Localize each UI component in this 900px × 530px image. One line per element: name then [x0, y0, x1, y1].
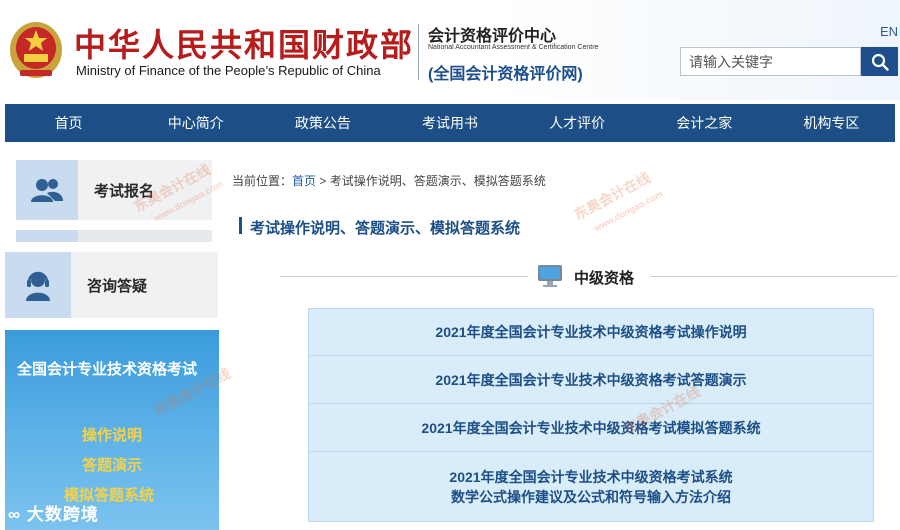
- watermark-text: 东奥会计在线: [571, 169, 653, 223]
- search-icon: [871, 53, 889, 71]
- section-divider-left: [280, 276, 528, 277]
- list-item-instructions[interactable]: 2021年度全国会计专业技术中级资格考试操作说明: [308, 308, 874, 356]
- sidebar-item-consult[interactable]: 咨询答疑: [5, 252, 218, 318]
- nav-item-books[interactable]: 考试用书: [386, 113, 513, 133]
- site-header: 中华人民共和国财政部 Ministry of Finance of the Pe…: [0, 0, 900, 100]
- brand-logo-icon: ∞: [8, 505, 27, 524]
- header-divider: [418, 24, 419, 80]
- list-item-demo[interactable]: 2021年度全国会计专业技术中级资格考试答题演示: [308, 356, 874, 404]
- nav-item-institutions[interactable]: 机构专区: [768, 113, 895, 133]
- list-item-formula-guide[interactable]: 2021年度全国会计专业技术中级资格考试系统 数学公式操作建议及公式和符号输入方…: [308, 452, 874, 522]
- nav-item-accountant-home[interactable]: 会计之家: [641, 113, 768, 133]
- sidebar-item-hidden: [16, 230, 212, 242]
- search-input[interactable]: [680, 47, 861, 76]
- breadcrumb: 当前位置：首页 > 考试操作说明、答题演示、模拟答题系统: [232, 174, 546, 188]
- language-switch[interactable]: EN: [880, 24, 898, 39]
- search-button[interactable]: [861, 47, 898, 76]
- computer-monitor-icon: [538, 265, 562, 287]
- site-subtitle: Ministry of Finance of the People’s Repu…: [76, 63, 381, 78]
- site-title: 中华人民共和国财政部: [74, 26, 415, 64]
- sidebar-item-label: 咨询答疑: [87, 277, 148, 295]
- main-nav: 首页 中心简介 政策公告 考试用书 人才评价 会计之家 机构专区: [5, 104, 895, 142]
- headset-icon: [26, 271, 50, 301]
- page-title: 考试操作说明、答题演示、模拟答题系统: [250, 220, 521, 237]
- brand-watermark: ∞ 大数跨境: [8, 505, 99, 524]
- list-item-mock-system[interactable]: 2021年度全国会计专业技术中级资格考试模拟答题系统: [308, 404, 874, 452]
- breadcrumb-current: 考试操作说明、答题演示、模拟答题系统: [329, 174, 546, 188]
- link-list: 2021年度全国会计专业技术中级资格考试操作说明 2021年度全国会计专业技术中…: [308, 308, 874, 522]
- center-name-en: National Accountant Assessment & Certifi…: [428, 44, 599, 51]
- national-emblem-icon: [10, 22, 62, 78]
- nav-item-home[interactable]: 首页: [5, 113, 132, 133]
- title-accent-bar: [239, 217, 242, 234]
- center-website-name: (全国会计资格评价网): [428, 66, 583, 83]
- nav-item-about[interactable]: 中心简介: [132, 113, 259, 133]
- exam-link-instructions[interactable]: 操作说明: [82, 424, 142, 445]
- exam-link-demo[interactable]: 答题演示: [82, 454, 142, 475]
- users-icon: [31, 179, 63, 202]
- nav-item-policy[interactable]: 政策公告: [259, 113, 386, 133]
- center-name: 会计资格评价中心: [428, 28, 557, 45]
- nav-item-talent[interactable]: 人才评价: [514, 113, 641, 133]
- breadcrumb-home-link[interactable]: 首页: [292, 174, 316, 188]
- watermark-url: www.dongao.com: [592, 188, 665, 234]
- section-title: 中级资格: [574, 270, 635, 287]
- exam-panel-title: 全国会计专业技术资格考试: [17, 361, 198, 378]
- section-divider-right: [650, 276, 897, 277]
- sidebar-item-register[interactable]: 考试报名: [16, 160, 212, 220]
- sidebar-item-label: 考试报名: [94, 182, 155, 200]
